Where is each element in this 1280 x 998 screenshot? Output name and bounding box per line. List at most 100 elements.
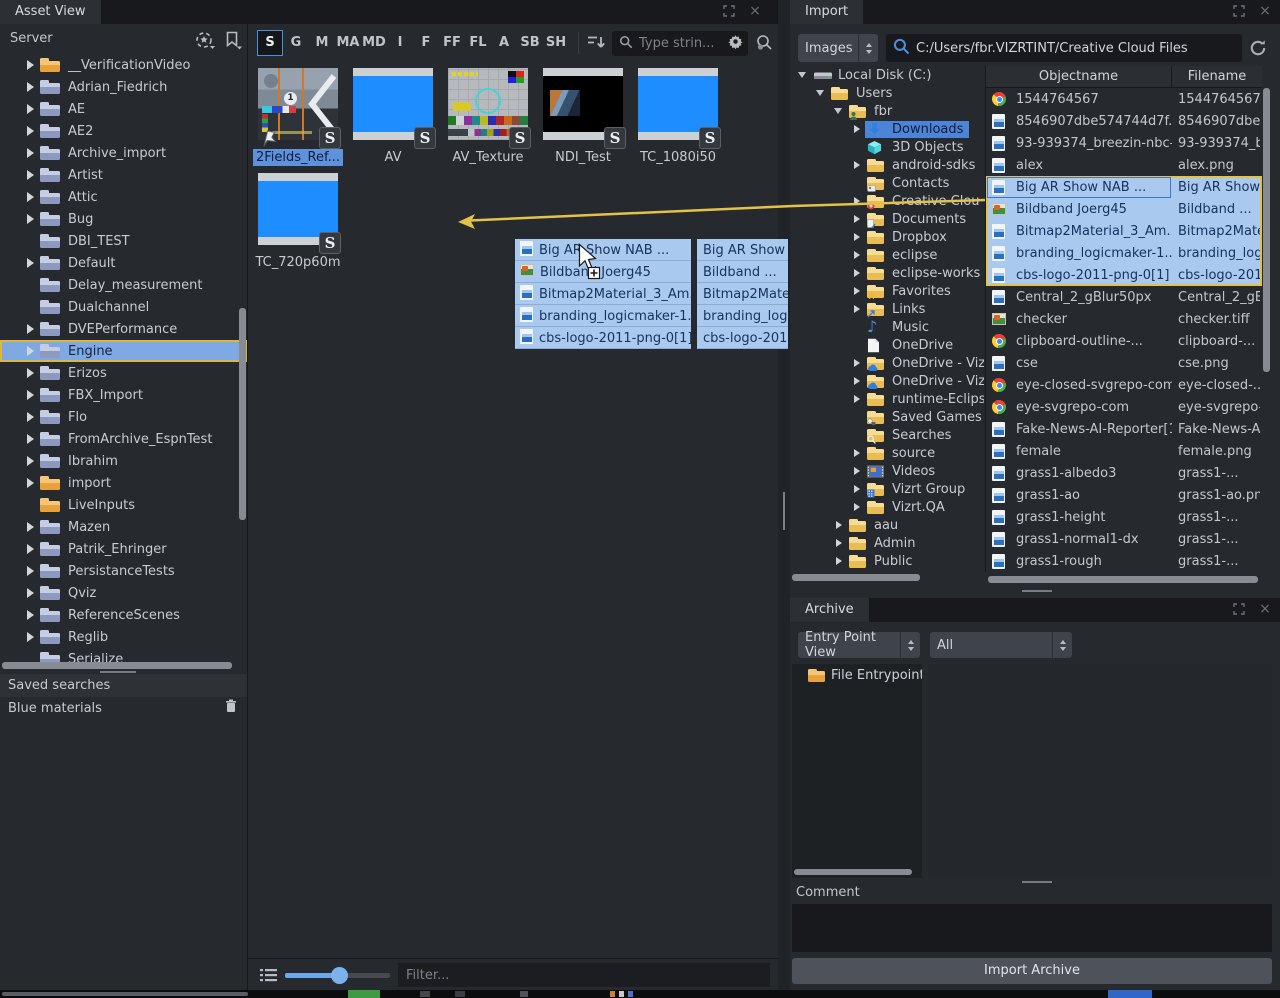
server-tree-horizontal-scrollbar[interactable] [2, 662, 232, 669]
filesystem-tree-item[interactable]: Public [790, 552, 984, 570]
asset-thumbnail[interactable]: S TC_720p60m [258, 173, 338, 271]
server-tree-item[interactable]: Attic [0, 186, 247, 208]
filesystem-tree-item[interactable]: Searches [790, 426, 984, 444]
expander-icon[interactable] [834, 105, 847, 117]
thumbnail-image[interactable]: S [353, 68, 433, 140]
expander-icon[interactable] [852, 123, 865, 135]
filesystem-tree-item[interactable]: fbr [790, 102, 984, 120]
import-archive-button[interactable]: Import Archive [792, 958, 1272, 984]
expander-icon[interactable] [852, 249, 865, 261]
view-button-sb[interactable]: SB [517, 30, 543, 56]
server-tree-item[interactable]: __VerificationVideo [0, 58, 247, 76]
asset-type-select[interactable]: Images [798, 34, 878, 62]
expander-icon[interactable] [24, 102, 40, 116]
archive-filter-select[interactable]: All [930, 632, 1072, 658]
sort-icon[interactable] [586, 34, 606, 55]
view-button-ff[interactable]: FF [439, 30, 465, 56]
expander-icon[interactable] [24, 454, 40, 468]
slider-handle[interactable] [331, 967, 348, 984]
table-row[interactable]: female female.png [986, 440, 1262, 462]
expander-icon[interactable] [852, 501, 865, 513]
server-tree-item[interactable]: Bug [0, 208, 247, 230]
view-button-sh[interactable]: SH [543, 30, 569, 56]
server-tree-item[interactable]: Default [0, 252, 247, 274]
expander-icon[interactable] [852, 267, 865, 279]
expander-icon[interactable] [24, 322, 40, 336]
server-tree-item[interactable]: Reglib [0, 626, 247, 648]
thumbnail-image[interactable]: S [448, 68, 528, 140]
expander-icon[interactable] [24, 278, 40, 292]
search-results-icon[interactable] [754, 33, 774, 56]
table-row[interactable]: Central_2_gBlur50px Central_2_gBl... [986, 286, 1262, 308]
server-tree-item[interactable]: Mazen [0, 516, 247, 538]
expander-icon[interactable] [852, 429, 865, 441]
comment-textarea[interactable] [792, 904, 1272, 952]
table-row[interactable]: grass1-height grass1-... [986, 506, 1262, 528]
server-tree-item[interactable]: Delay_measurement [0, 274, 247, 296]
table-row[interactable]: alex alex.png [986, 154, 1262, 176]
maximize-icon[interactable] [722, 5, 736, 19]
expander-icon[interactable] [852, 231, 865, 243]
server-tree-item[interactable]: PersistanceTests [0, 560, 247, 582]
expander-icon[interactable] [24, 58, 40, 72]
expander-icon[interactable] [24, 520, 40, 534]
table-row[interactable]: Bildband Joerg45 Bildband ... [986, 198, 1262, 220]
server-tree-item[interactable]: Archive_import [0, 142, 247, 164]
expander-icon[interactable] [24, 146, 40, 160]
server-tree-item[interactable]: Dualchannel [0, 296, 247, 318]
view-button-fl[interactable]: FL [465, 30, 491, 56]
server-tree-item[interactable]: DBI_TEST [0, 230, 247, 252]
filesystem-tree-item[interactable]: Saved Games [790, 408, 984, 426]
expander-icon[interactable] [24, 630, 40, 644]
filesystem-tree-item[interactable]: 3D Objects [790, 138, 984, 156]
asset-thumbnail[interactable]: 1 S 2Fields_Ref... [258, 68, 338, 166]
splitter-grip[interactable] [1022, 590, 1052, 592]
expander-icon[interactable] [852, 321, 865, 333]
filesystem-tree-item[interactable]: eclipse [790, 246, 984, 264]
thumbnail-image[interactable]: S [543, 68, 623, 140]
filesystem-tree-item[interactable]: eclipse-works [790, 264, 984, 282]
expander-icon[interactable] [24, 344, 40, 358]
table-vertical-scrollbar[interactable] [1263, 88, 1270, 372]
entrypoint-pane-scrollbar[interactable] [794, 869, 912, 875]
expander-icon[interactable] [834, 537, 847, 549]
expander-icon[interactable] [24, 80, 40, 94]
table-row[interactable]: checker checker.tiff [986, 308, 1262, 330]
close-icon[interactable]: × [1258, 603, 1272, 617]
expander-icon[interactable] [24, 366, 40, 380]
expander-icon[interactable] [24, 586, 40, 600]
filesystem-tree-item[interactable]: OneDrive [790, 336, 984, 354]
file-entrypoint-item[interactable]: File Entrypoint [792, 664, 922, 686]
filesystem-tree-item[interactable]: OneDrive - Viz [790, 354, 984, 372]
expander-icon[interactable] [24, 432, 40, 446]
server-tree-item[interactable]: AE [0, 98, 247, 120]
expander-icon[interactable] [816, 87, 829, 99]
expander-icon[interactable] [24, 498, 40, 512]
server-tree-item[interactable]: Flo [0, 406, 247, 428]
filesystem-tree-item[interactable]: Admin [790, 534, 984, 552]
asset-thumbnail[interactable]: S TC_1080i50 [638, 68, 718, 166]
dock-splitter-grip[interactable] [783, 492, 785, 530]
expander-icon[interactable] [24, 410, 40, 424]
expander-icon[interactable] [834, 555, 847, 567]
view-button-s[interactable]: S [257, 30, 283, 56]
expander-icon[interactable] [852, 177, 865, 189]
expander-icon[interactable] [852, 393, 865, 405]
expander-icon[interactable] [24, 190, 40, 204]
table-row[interactable]: 93-939374_breezin-nbc-... 93-939374_br..… [986, 132, 1262, 154]
asset-thumbnail[interactable]: S AV_Texture [448, 68, 528, 166]
table-row[interactable]: grass1-ao grass1-ao.png [986, 484, 1262, 506]
table-row[interactable]: Bitmap2Material_3_Am... Bitmap2Mate... [986, 220, 1262, 242]
expander-icon[interactable] [852, 303, 865, 315]
expander-icon[interactable] [852, 375, 865, 387]
view-button-g[interactable]: G [283, 30, 309, 56]
view-button-md[interactable]: MD [361, 30, 387, 56]
server-tree-item[interactable]: import [0, 472, 247, 494]
filesystem-tree-item[interactable]: Videos [790, 462, 984, 480]
expander-icon[interactable] [852, 141, 865, 153]
expander-icon[interactable] [852, 411, 865, 423]
table-horizontal-scrollbar[interactable] [988, 576, 1258, 583]
tab-archive[interactable]: Archive [790, 598, 869, 622]
close-icon[interactable]: × [1258, 5, 1272, 19]
thumbnail-image[interactable]: S [638, 68, 718, 140]
